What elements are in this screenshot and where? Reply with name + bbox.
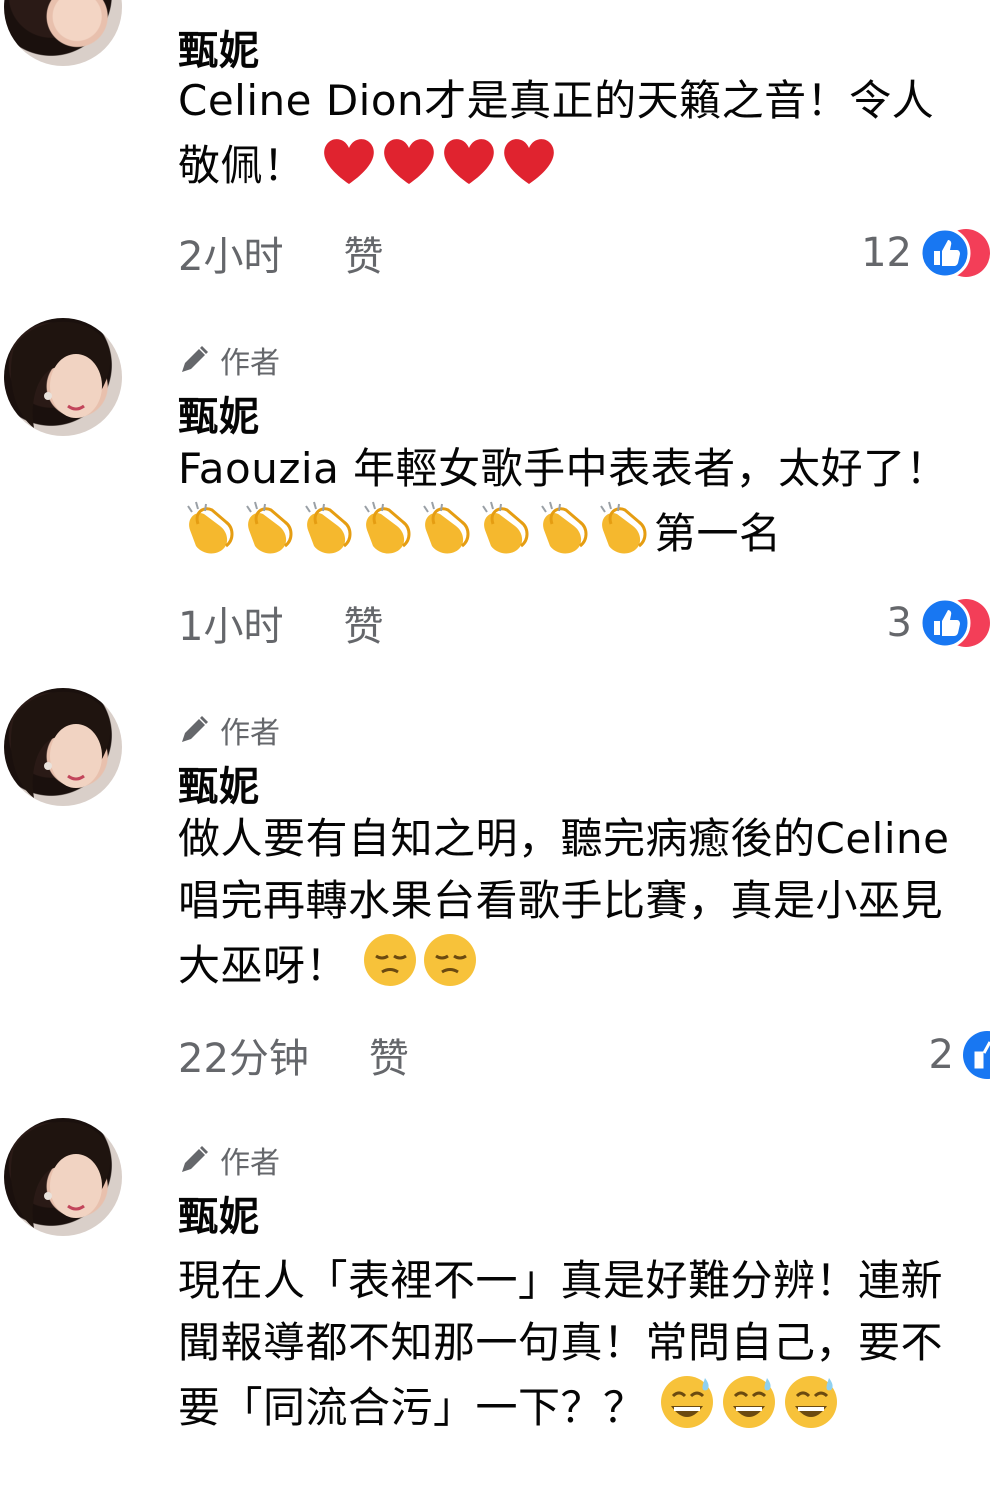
reaction-summary[interactable]: 2	[929, 1028, 990, 1082]
reaction-count: 3	[886, 600, 912, 646]
pencil-icon	[182, 346, 208, 372]
author-badge-label: 作者	[220, 1146, 280, 1181]
comment-time[interactable]: 2小时	[178, 224, 283, 282]
comment-meta: 2小时 赞	[178, 228, 383, 280]
like-button[interactable]: 赞	[369, 1026, 409, 1084]
author-badge-label: 作者	[220, 346, 280, 381]
reaction-icons	[962, 1028, 990, 1082]
commenter-name[interactable]: 甄妮	[178, 1184, 260, 1242]
author-badge: 作者	[178, 342, 280, 381]
comment-text: Faouzia 年輕女歌手中表表者，太好了！ 第一名	[178, 438, 968, 573]
reaction-icons	[920, 226, 990, 280]
avatar[interactable]	[4, 318, 122, 436]
comment-time[interactable]: 22分钟	[178, 1026, 309, 1084]
clapping-hands-icon	[186, 500, 647, 555]
comment-text: 做人要有自知之明，聽完病癒後的Celine唱完再轉水果台看歌手比賽，真是小巫見大…	[178, 808, 968, 1005]
comment-text-body: Faouzia 年輕女歌手中表表者，太好了！	[178, 444, 949, 493]
comment-meta: 1小时 赞	[178, 598, 383, 650]
comment-time[interactable]: 1小时	[178, 594, 283, 652]
avatar[interactable]	[4, 1118, 122, 1236]
like-button[interactable]: 赞	[343, 594, 383, 652]
grinning-sweat-emoji-group	[659, 1374, 839, 1447]
pensive-face-icon	[363, 934, 476, 986]
reaction-count: 12	[861, 230, 912, 276]
comment-text-body: 做人要有自知之明，聽完病癒後的Celine唱完再轉水果台看歌手比賽，真是小巫見大…	[178, 814, 950, 990]
reaction-summary[interactable]: 3	[887, 596, 990, 650]
avatar[interactable]	[4, 0, 122, 66]
like-button[interactable]: 赞	[343, 224, 383, 282]
heart-emoji-icon	[324, 139, 555, 184]
comment-meta: 22分钟 赞	[178, 1030, 409, 1082]
pencil-icon	[182, 716, 208, 742]
commenter-name[interactable]: 甄妮	[178, 18, 260, 76]
pensive-emoji-group	[362, 932, 482, 1005]
comment-text-tail: 第一名	[654, 509, 782, 558]
commenter-name[interactable]: 甄妮	[178, 754, 260, 812]
reaction-summary[interactable]: 12	[861, 226, 990, 280]
avatar[interactable]	[4, 688, 122, 806]
pencil-icon	[182, 1146, 208, 1172]
reaction-count: 2	[928, 1032, 954, 1078]
comment-text: Celine Dion才是真正的天籟之音！令人敬佩！	[178, 70, 968, 205]
comment-text: 現在人「表裡不一」真是好難分辨！連新聞報導都不知那一句真！常問自己，要不要「同流…	[178, 1250, 968, 1447]
author-badge: 作者	[178, 712, 280, 751]
author-badge: 作者	[178, 1142, 280, 1181]
author-badge-label: 作者	[220, 716, 280, 751]
clapping-emoji-group	[178, 500, 654, 573]
reaction-icons	[920, 596, 990, 650]
commenter-name[interactable]: 甄妮	[178, 384, 260, 442]
heart-emoji-group	[319, 132, 559, 205]
grinning-sweat-icon	[659, 1374, 839, 1430]
